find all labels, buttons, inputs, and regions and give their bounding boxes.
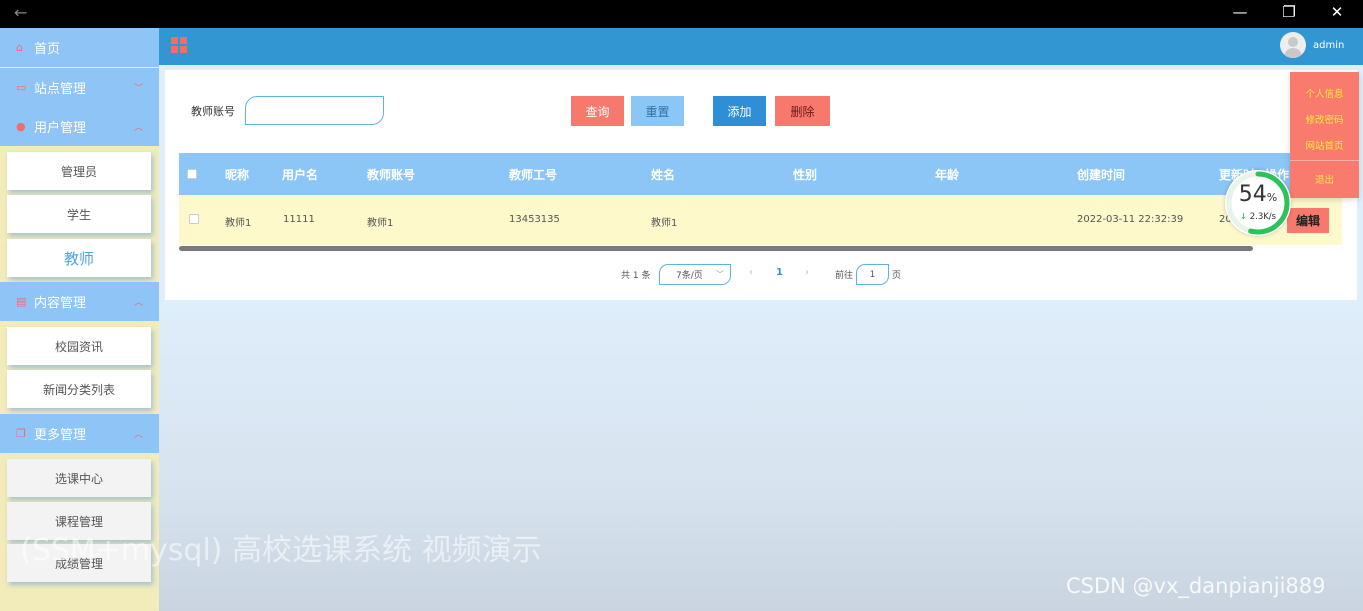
- close-icon[interactable]: ✕: [1322, 3, 1352, 21]
- next-page-button[interactable]: ›: [805, 267, 809, 278]
- current-page[interactable]: 1: [776, 267, 783, 278]
- grid-icon[interactable]: [171, 37, 187, 53]
- sidebar-item-label: 更多管理: [34, 428, 87, 443]
- document-icon: ▤: [16, 295, 27, 308]
- sidebar-subitem-news-category[interactable]: 新闻分类列表: [7, 370, 151, 408]
- chevron-up-icon: ︿: [133, 430, 143, 440]
- sidebar-item-label: 内容管理: [34, 296, 87, 311]
- window-titlebar: ← — ❐ ✕: [0, 0, 1363, 28]
- minimize-icon[interactable]: —: [1225, 3, 1255, 21]
- menu-divider: [1290, 160, 1359, 161]
- sidebar: ⌂ 首页 ▭ 站点管理 ﹀ ● 用户管理 ︿ 管理员 学生 教师 ▤ 内容管理 …: [0, 28, 159, 611]
- table-row: 教师1 11111 教师1 13453135 教师1 2022-03-11 22…: [179, 195, 1342, 245]
- sidebar-item-more[interactable]: ❐ 更多管理 ︿: [0, 414, 159, 453]
- cell-username: 11111: [283, 214, 315, 225]
- menu-item-logout[interactable]: 退出: [1290, 172, 1359, 186]
- menu-item-site-home[interactable]: 网站首页: [1290, 138, 1359, 152]
- cell-employee-no: 13453135: [509, 214, 560, 225]
- arrow-left-icon[interactable]: ←: [14, 3, 27, 22]
- goto-page-input[interactable]: 1: [856, 264, 889, 285]
- goto-label: 前往: [835, 271, 854, 281]
- cell-created: 2022-03-11 22:32:39: [1077, 214, 1184, 225]
- chevron-up-icon: ︿: [133, 298, 143, 308]
- menu-item-change-password[interactable]: 修改密码: [1290, 112, 1359, 126]
- row-checkbox[interactable]: [189, 214, 199, 224]
- speed-percent: 54%: [1238, 182, 1278, 207]
- cell-nickname: 教师1: [225, 218, 252, 229]
- search-input[interactable]: [245, 96, 384, 125]
- column-header[interactable]: 教师账号: [367, 166, 415, 183]
- chevron-down-icon: ﹀: [716, 270, 724, 279]
- sidebar-subitem-teacher[interactable]: 教师: [7, 239, 151, 277]
- network-speed-widget[interactable]: 54% ↓ 2.3K/s: [1225, 170, 1291, 236]
- column-header[interactable]: 昵称: [225, 166, 249, 183]
- column-header[interactable]: 用户名: [282, 166, 318, 183]
- page-suffix: 页: [892, 271, 902, 281]
- main-card: 教师账号 查询 重置 添加 删除 昵称 用户名 教师账号 教师工号 姓名 性别 …: [165, 70, 1357, 300]
- add-button[interactable]: 添加: [713, 96, 766, 126]
- sidebar-item-label: 用户管理: [34, 121, 87, 136]
- sidebar-item-label: 首页: [34, 42, 61, 57]
- horizontal-scrollbar[interactable]: [179, 246, 1253, 251]
- select-all-checkbox[interactable]: [187, 169, 197, 179]
- sidebar-item-content[interactable]: ▤ 内容管理 ︿: [0, 282, 159, 321]
- delete-button[interactable]: 删除: [775, 96, 830, 126]
- chevron-up-icon: ︿: [133, 123, 143, 133]
- chevron-down-icon: ﹀: [133, 84, 143, 94]
- table-header: 昵称 用户名 教师账号 教师工号 姓名 性别 年龄 创建时间 更新时 操作: [179, 153, 1342, 195]
- pagination-total: 共 1 条: [621, 271, 651, 281]
- sidebar-subitem-course-select[interactable]: 选课中心: [7, 459, 151, 497]
- sidebar-subitem-admin[interactable]: 管理员: [7, 152, 151, 190]
- sidebar-item-site[interactable]: ▭ 站点管理 ﹀: [0, 68, 159, 107]
- copy-icon: ❐: [16, 427, 26, 440]
- edit-button[interactable]: 编辑: [1287, 208, 1329, 233]
- username-label[interactable]: admin: [1313, 40, 1344, 51]
- home-icon: ⌂: [16, 41, 23, 54]
- reset-button[interactable]: 重置: [631, 96, 684, 126]
- monitor-icon: ▭: [16, 81, 27, 94]
- column-header[interactable]: 姓名: [651, 166, 675, 183]
- sidebar-subitem-student[interactable]: 学生: [7, 195, 151, 233]
- column-header[interactable]: 创建时间: [1077, 166, 1125, 183]
- topbar: admin: [159, 28, 1363, 65]
- sidebar-item-label: 站点管理: [34, 82, 87, 97]
- cell-account: 教师1: [367, 218, 394, 229]
- speed-rate: ↓ 2.3K/s: [1239, 212, 1277, 222]
- arrow-down-icon: ↓: [1239, 212, 1248, 222]
- column-header[interactable]: 年龄: [935, 166, 959, 183]
- page-size-select[interactable]: 7条/页 ﹀: [659, 264, 731, 285]
- restore-icon[interactable]: ❐: [1274, 3, 1304, 21]
- query-button[interactable]: 查询: [571, 96, 624, 126]
- sidebar-subitem-news[interactable]: 校园资讯: [7, 327, 151, 365]
- user-dropdown-menu: 个人信息 修改密码 网站首页 退出: [1290, 72, 1359, 198]
- sidebar-item-home[interactable]: ⌂ 首页: [0, 28, 159, 67]
- cell-name: 教师1: [651, 218, 678, 229]
- video-watermark: (SSM+mysql) 高校选课系统 视频演示: [20, 533, 542, 568]
- avatar[interactable]: [1280, 32, 1306, 58]
- page-size-value: 7条/页: [676, 271, 703, 281]
- search-label: 教师账号: [191, 105, 235, 118]
- column-header[interactable]: 性别: [793, 166, 817, 183]
- menu-item-profile[interactable]: 个人信息: [1290, 86, 1359, 100]
- csdn-watermark: CSDN @vx_danpianji889: [1066, 574, 1326, 598]
- sidebar-item-users[interactable]: ● 用户管理 ︿: [0, 107, 159, 146]
- user-icon: ●: [16, 120, 26, 133]
- prev-page-button[interactable]: ‹: [749, 267, 753, 278]
- column-header[interactable]: 教师工号: [509, 166, 557, 183]
